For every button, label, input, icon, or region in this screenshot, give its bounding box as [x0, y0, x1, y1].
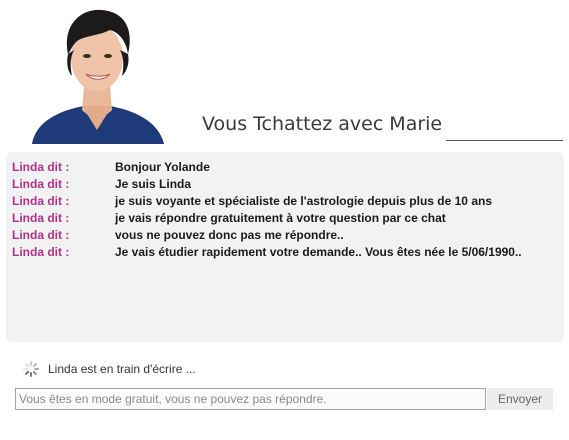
chat-message: Linda dit : Je vais étudier rapidement v…	[12, 244, 560, 260]
message-text: Je vais étudier rapidement votre demande…	[115, 245, 522, 259]
message-sender: Linda dit :	[12, 194, 70, 208]
chat-message: Linda dit : Bonjour Yolande	[12, 159, 560, 175]
chat-header: Vous Tchattez avec Marie	[0, 0, 569, 150]
chat-message: Linda dit : je vais répondre gratuitemen…	[12, 210, 560, 226]
spinner-icon	[22, 360, 40, 378]
message-text: je suis voyante et spécialiste de l'astr…	[115, 194, 492, 208]
message-sender: Linda dit :	[12, 211, 70, 225]
message-input[interactable]	[15, 388, 486, 410]
message-text: Bonjour Yolande	[115, 160, 210, 174]
chat-messages[interactable]: Linda dit : Bonjour Yolande Linda dit : …	[6, 152, 564, 342]
avatar	[22, 2, 172, 144]
message-text: je vais répondre gratuitement à votre qu…	[115, 211, 446, 225]
message-sender: Linda dit :	[12, 160, 70, 174]
message-text: vous ne pouvez donc pas me répondre..	[115, 228, 344, 242]
chat-message: Linda dit : Je suis Linda	[12, 176, 560, 192]
typing-label: Linda est en train d'écrire ...	[48, 362, 196, 376]
title-underline	[446, 140, 563, 141]
send-button[interactable]: Envoyer	[487, 388, 553, 410]
chat-message: Linda dit : vous ne pouvez donc pas me r…	[12, 227, 560, 243]
chat-title: Vous Tchattez avec Marie	[202, 113, 443, 135]
message-sender: Linda dit :	[12, 177, 70, 191]
chat-message: Linda dit : je suis voyante et spécialis…	[12, 193, 560, 209]
message-text: Je suis Linda	[115, 177, 192, 191]
message-sender: Linda dit :	[12, 228, 70, 242]
message-sender: Linda dit :	[12, 245, 70, 259]
typing-indicator: Linda est en train d'écrire ...	[22, 359, 196, 379]
